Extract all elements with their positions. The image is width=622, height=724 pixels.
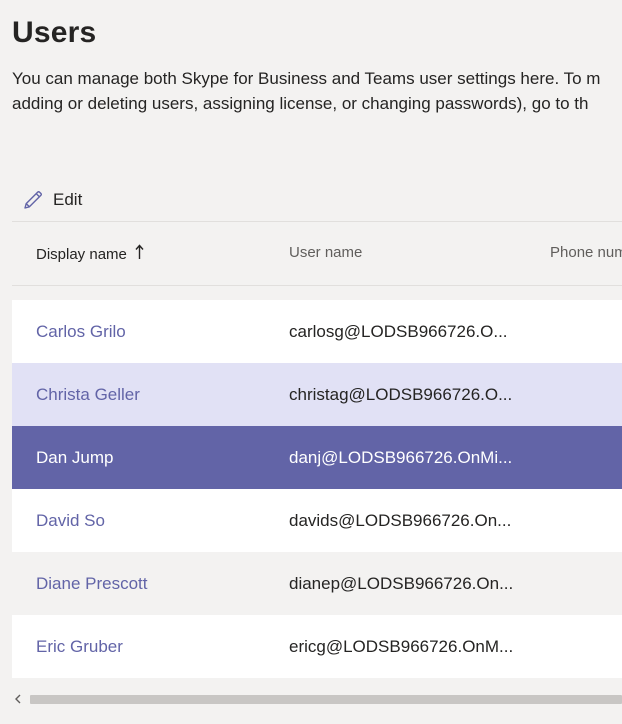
table-row[interactable]: Christa Geller christag@LODSB966726.O... [12,363,622,426]
table-row-partial [12,286,622,300]
scrollbar-thumb[interactable] [30,695,622,704]
arrow-up-icon [135,244,144,264]
description-line-2: adding or deleting users, assigning lice… [12,94,589,113]
column-header-phone-number[interactable]: Phone num [550,244,622,261]
display-name-link[interactable]: Diane Prescott [36,574,148,594]
user-name-cell: carlosg@LODSB966726.O... [289,322,508,341]
table-row-selected[interactable]: Dan Jump danj@LODSB966726.OnMi... [12,426,622,489]
table-row[interactable]: Eric Gruber ericg@LODSB966726.OnM... [12,615,622,678]
column-header-user-name[interactable]: User name [289,244,362,261]
pencil-icon [22,189,44,211]
user-name-cell: ericg@LODSB966726.OnM... [289,637,514,656]
page-description: You can manage both Skype for Business a… [12,66,622,116]
page-title: Users [12,16,97,49]
edit-button[interactable]: Edit [12,189,82,211]
user-name-cell: christag@LODSB966726.O... [289,385,513,404]
display-name-link[interactable]: Christa Geller [36,385,140,405]
table-row[interactable]: Carlos Grilo carlosg@LODSB966726.O... [12,300,622,363]
toolbar: Edit [12,178,622,222]
display-name-link[interactable]: Eric Gruber [36,637,123,657]
user-name-cell: danj@LODSB966726.OnMi... [289,448,513,467]
description-line-1: You can manage both Skype for Business a… [12,69,601,88]
column-header-display-name[interactable]: Display name [36,244,144,264]
column-header-display-name-label: Display name [36,246,127,263]
display-name-link[interactable]: David So [36,511,105,531]
display-name-link[interactable]: Carlos Grilo [36,322,126,342]
table-header: Display name User name Phone num [12,222,622,286]
table-row[interactable]: Diane Prescott dianep@LODSB966726.On... [12,552,622,615]
chevron-left-icon[interactable] [14,694,22,707]
table-row[interactable]: David So davids@LODSB966726.On... [12,489,622,552]
horizontal-scrollbar[interactable] [12,692,622,708]
user-name-cell: dianep@LODSB966726.On... [289,574,514,593]
user-name-cell: davids@LODSB966726.On... [289,511,512,530]
edit-label: Edit [53,189,83,209]
users-table-body: Carlos Grilo carlosg@LODSB966726.O... Ch… [12,286,622,678]
display-name-link[interactable]: Dan Jump [36,448,113,468]
